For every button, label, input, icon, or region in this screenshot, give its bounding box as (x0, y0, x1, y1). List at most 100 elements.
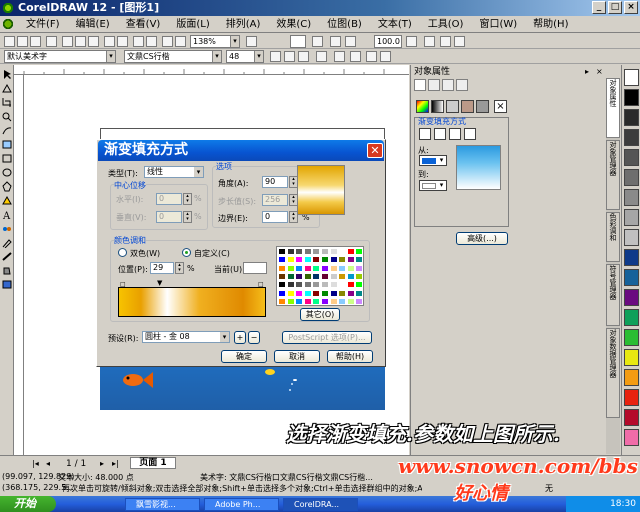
color-grid-cell[interactable] (312, 289, 321, 297)
palette-swatch[interactable] (624, 249, 639, 266)
horizontal-spinner[interactable]: ▴ ▾ (183, 193, 192, 205)
palette-swatch[interactable] (624, 149, 639, 166)
export-icon[interactable] (146, 36, 157, 47)
color-grid-cell[interactable] (346, 256, 355, 264)
help-button[interactable]: 帮助(H) (327, 350, 373, 363)
color-grid-cell[interactable] (295, 289, 304, 297)
rectangle-tool-icon[interactable] (1, 153, 13, 164)
color-grid-cell[interactable] (286, 248, 295, 255)
color-grid-cell[interactable] (295, 264, 304, 272)
postscript-fill-icon[interactable] (476, 100, 489, 113)
color-grid-cell[interactable] (286, 281, 295, 289)
color-grid-cell[interactable] (355, 272, 364, 280)
color-grid-cell[interactable] (286, 297, 295, 305)
palette-swatch[interactable] (624, 109, 639, 126)
palette-swatch[interactable] (624, 169, 639, 186)
underline-icon[interactable] (298, 51, 309, 62)
color-grid-cell[interactable] (286, 272, 295, 280)
color-grid-cell[interactable] (355, 256, 364, 264)
text-tool-icon[interactable]: A (1, 209, 13, 222)
tab-symbol-manager[interactable]: 符号管理器 (606, 264, 620, 326)
color-grid-cell[interactable] (321, 289, 329, 297)
fill-tab-icon[interactable] (414, 79, 426, 91)
outline-tool-icon[interactable] (1, 251, 13, 262)
close-window-button[interactable]: × (624, 1, 638, 14)
align-icon[interactable] (330, 36, 341, 47)
horizontal-input[interactable]: 0 (156, 193, 182, 205)
color-grid-cell[interactable] (329, 297, 338, 305)
task-button-1[interactable]: 飘雪影视... (125, 498, 200, 511)
gradient-ramp[interactable] (118, 287, 266, 317)
color-grid-cell[interactable] (338, 272, 347, 280)
page-tab[interactable]: 页面 1 (130, 457, 176, 469)
color-grid-cell[interactable] (355, 248, 364, 255)
color-grid-cell[interactable] (346, 264, 355, 272)
horizontal-ruler[interactable] (14, 65, 409, 75)
horizontal-text-icon[interactable] (366, 51, 377, 62)
texture-fill-icon[interactable] (461, 100, 474, 113)
color-grid-cell[interactable] (329, 281, 338, 289)
position-marker-icon[interactable]: ▼ (157, 279, 162, 287)
maximize-button[interactable]: □ (608, 1, 622, 14)
italic-icon[interactable] (284, 51, 295, 62)
cancel-button[interactable]: 取消 (274, 350, 320, 363)
edit-text-icon[interactable] (350, 51, 361, 62)
color-grid-cell[interactable] (321, 256, 329, 264)
color-grid-cell[interactable] (295, 281, 304, 289)
page-prev-icon[interactable]: ◂ (46, 459, 50, 468)
add-preset-button[interactable]: + (234, 331, 246, 344)
font-name-combo[interactable]: 文鼎CS行楷 ▾ (124, 50, 222, 63)
menu-arrange[interactable]: 排列(A) (218, 17, 269, 32)
conical-fill-icon[interactable] (449, 128, 461, 140)
current-color-swatch[interactable] (243, 262, 267, 274)
eyedropper-icon[interactable] (1, 237, 13, 249)
color-grid-cell[interactable] (295, 256, 304, 264)
options-icon[interactable] (312, 36, 323, 47)
color-grid-cell[interactable] (355, 289, 364, 297)
color-grid-cell[interactable] (312, 256, 321, 264)
palette-swatch[interactable] (624, 409, 639, 426)
undo-icon[interactable] (104, 36, 115, 47)
type-select[interactable]: 线性 ▾ (144, 166, 204, 178)
color-grid-cell[interactable] (346, 281, 355, 289)
vertical-text-icon[interactable] (380, 51, 391, 62)
save-icon[interactable] (30, 36, 41, 47)
vertical-spinner[interactable]: ▴ ▾ (183, 211, 192, 223)
color-grid-cell[interactable] (278, 289, 286, 297)
pattern-fill-icon[interactable] (446, 100, 459, 113)
start-button[interactable]: 开始 (0, 496, 56, 512)
postscript-options-button[interactable]: PostScript 选项(P)... (282, 331, 372, 344)
menu-effects[interactable]: 效果(C) (268, 17, 319, 32)
palette-swatch[interactable] (624, 369, 639, 386)
ellipse-tool-icon[interactable] (1, 167, 13, 178)
remove-preset-button[interactable]: − (248, 331, 260, 344)
color-grid-cell[interactable] (346, 289, 355, 297)
task-button-3[interactable]: CorelDRA... (283, 498, 358, 511)
menu-file[interactable]: 文件(F) (18, 17, 68, 32)
color-grid-cell[interactable] (355, 281, 364, 289)
dialog-close-icon[interactable]: ✕ (367, 143, 383, 158)
color-grid-cell[interactable] (278, 272, 286, 280)
smart-fill-icon[interactable] (1, 139, 13, 150)
color-grid-cell[interactable] (303, 281, 312, 289)
import-icon[interactable] (133, 36, 144, 47)
freehand-tool-icon[interactable] (1, 125, 13, 136)
color-grid-cell[interactable] (295, 272, 304, 280)
color-grid-cell[interactable] (303, 256, 312, 264)
print-icon[interactable] (46, 36, 57, 47)
scale-field[interactable]: 100.0 (374, 35, 402, 48)
palette-swatch[interactable] (624, 309, 639, 326)
no-fill-icon[interactable]: × (494, 100, 507, 113)
tab-object-properties[interactable]: 对象属性 (606, 78, 620, 138)
color-grid-cell[interactable] (346, 248, 355, 255)
zoom-tool-icon[interactable] (1, 111, 13, 122)
task-button-2[interactable]: Adobe Ph... (204, 498, 279, 511)
bold-icon[interactable] (270, 51, 281, 62)
palette-swatch[interactable] (624, 229, 639, 246)
page-last-icon[interactable]: ▸| (112, 459, 119, 468)
docker-options-icon[interactable]: ▸ (585, 67, 595, 76)
minimize-button[interactable]: _ (592, 1, 606, 14)
gradient-preview[interactable] (297, 165, 345, 215)
palette-swatch[interactable] (624, 189, 639, 206)
color-grid-cell[interactable] (312, 297, 321, 305)
